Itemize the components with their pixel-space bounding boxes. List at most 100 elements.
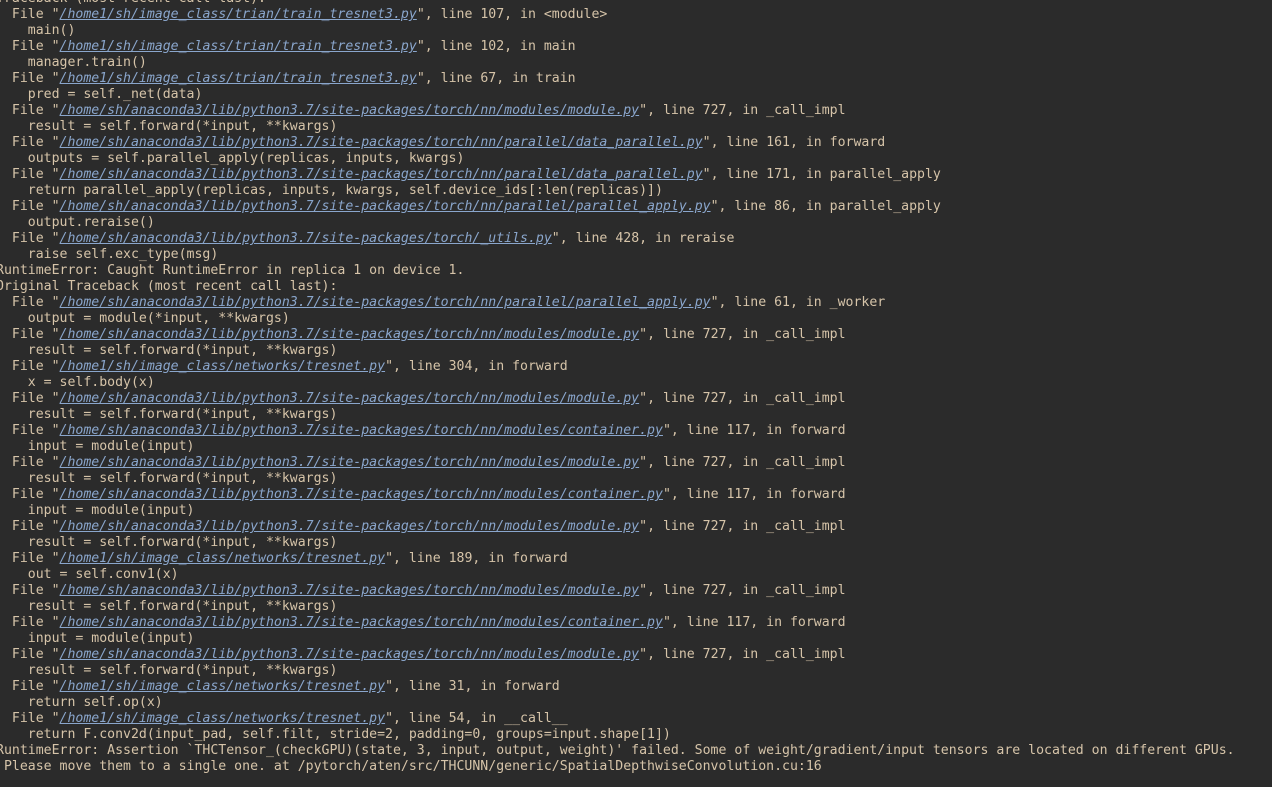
- file-path-link[interactable]: /home/sh/anaconda3/lib/python3.7/site-pa…: [60, 583, 640, 598]
- file-path-link[interactable]: /home/sh/anaconda3/lib/python3.7/site-pa…: [60, 519, 640, 534]
- line-suffix: ", line 727, in _call_impl: [639, 583, 846, 598]
- terminal-line: main(): [0, 23, 76, 38]
- file-path-link[interactable]: /home/sh/anaconda3/lib/python3.7/site-pa…: [60, 231, 552, 246]
- line-prefix: File ": [0, 7, 60, 22]
- line-prefix: File ": [0, 615, 60, 630]
- traceback-output: Traceback (most recent call last): File …: [0, 0, 1272, 775]
- terminal-line: result = self.forward(*input, **kwargs): [0, 407, 338, 422]
- terminal-line: RuntimeError: Caught RuntimeError in rep…: [0, 263, 465, 278]
- line-prefix: File ": [0, 39, 60, 54]
- line-suffix: ", line 31, in forward: [385, 679, 560, 694]
- terminal-line: File "/home/sh/anaconda3/lib/python3.7/s…: [0, 647, 1272, 663]
- terminal-line: input = module(input): [0, 439, 195, 454]
- terminal-line: File "/home1/sh/image_class/networks/tre…: [0, 551, 1272, 567]
- terminal-line: File "/home/sh/anaconda3/lib/python3.7/s…: [0, 423, 1272, 439]
- line-suffix: ", line 727, in _call_impl: [639, 327, 846, 342]
- line-prefix: File ": [0, 519, 60, 534]
- line-prefix: File ": [0, 295, 60, 310]
- line-prefix: File ": [0, 167, 60, 182]
- file-path-link[interactable]: /home/sh/anaconda3/lib/python3.7/site-pa…: [60, 615, 663, 630]
- file-path-link[interactable]: /home/sh/anaconda3/lib/python3.7/site-pa…: [60, 455, 640, 470]
- line-suffix: ", line 727, in _call_impl: [639, 519, 846, 534]
- terminal-line: input = module(input): [0, 631, 195, 646]
- file-path-link[interactable]: /home/sh/anaconda3/lib/python3.7/site-pa…: [60, 391, 640, 406]
- file-path-link[interactable]: /home1/sh/image_class/trian/train_tresne…: [60, 71, 417, 86]
- file-path-link[interactable]: /home/sh/anaconda3/lib/python3.7/site-pa…: [60, 423, 663, 438]
- terminal-line: raise self.exc_type(msg): [0, 247, 219, 262]
- line-suffix: ", line 189, in forward: [385, 551, 568, 566]
- line-prefix: File ": [0, 455, 60, 470]
- terminal-line: File "/home/sh/anaconda3/lib/python3.7/s…: [0, 615, 1272, 631]
- terminal-line: result = self.forward(*input, **kwargs): [0, 599, 338, 614]
- terminal-line: File "/home/sh/anaconda3/lib/python3.7/s…: [0, 103, 1272, 119]
- file-path-link[interactable]: /home/sh/anaconda3/lib/python3.7/site-pa…: [60, 167, 703, 182]
- terminal-line: result = self.forward(*input, **kwargs): [0, 663, 338, 678]
- terminal-line: File "/home1/sh/image_class/networks/tre…: [0, 679, 1272, 695]
- file-path-link[interactable]: /home/sh/anaconda3/lib/python3.7/site-pa…: [60, 295, 711, 310]
- line-suffix: ", line 117, in forward: [662, 615, 846, 630]
- line-prefix: File ": [0, 199, 60, 214]
- line-suffix: ", line 117, in forward: [662, 487, 846, 502]
- terminal-line: input = module(input): [0, 503, 195, 518]
- terminal-line: File "/home/sh/anaconda3/lib/python3.7/s…: [0, 455, 1272, 471]
- line-suffix: ", line 86, in parallel_apply: [710, 199, 941, 214]
- line-suffix: ", line 107, in <module>: [416, 7, 608, 22]
- file-path-link[interactable]: /home/sh/anaconda3/lib/python3.7/site-pa…: [60, 487, 663, 502]
- terminal-line: result = self.forward(*input, **kwargs): [0, 119, 338, 134]
- terminal-line: File "/home/sh/anaconda3/lib/python3.7/s…: [0, 135, 1272, 151]
- terminal-line: File "/home/sh/anaconda3/lib/python3.7/s…: [0, 199, 1272, 215]
- file-path-link[interactable]: /home1/sh/image_class/trian/train_tresne…: [60, 39, 417, 54]
- line-suffix: ", line 117, in forward: [662, 423, 846, 438]
- terminal-line: result = self.forward(*input, **kwargs): [0, 535, 338, 550]
- file-path-link[interactable]: /home1/sh/image_class/trian/train_tresne…: [60, 7, 417, 22]
- terminal-line: File "/home1/sh/image_class/trian/train_…: [0, 7, 1272, 23]
- file-path-link[interactable]: /home1/sh/image_class/networks/tresnet.p…: [60, 679, 386, 694]
- terminal-line: Traceback (most recent call last):: [0, 0, 1272, 7]
- terminal-line: File "/home/sh/anaconda3/lib/python3.7/s…: [0, 167, 1272, 183]
- terminal-line: pred = self._net(data): [0, 87, 203, 102]
- line-prefix: File ": [0, 423, 60, 438]
- line-prefix: File ": [0, 135, 60, 150]
- file-path-link[interactable]: /home/sh/anaconda3/lib/python3.7/site-pa…: [60, 199, 711, 214]
- file-path-link[interactable]: /home/sh/anaconda3/lib/python3.7/site-pa…: [60, 103, 640, 118]
- file-path-link[interactable]: /home1/sh/image_class/networks/tresnet.p…: [60, 711, 386, 726]
- terminal-line: return self.op(x): [0, 695, 163, 710]
- line-prefix: File ": [0, 711, 60, 726]
- terminal-line: RuntimeError: Assertion `THCTensor_(chec…: [0, 743, 1235, 758]
- line-suffix: ", line 102, in main: [416, 39, 576, 54]
- terminal-line: File "/home/sh/anaconda3/lib/python3.7/s…: [0, 295, 1272, 311]
- terminal-line: out = self.conv1(x): [0, 567, 179, 582]
- terminal-line: Please move them to a single one. at /py…: [0, 759, 822, 774]
- terminal-line: output.reraise(): [0, 215, 155, 230]
- line-suffix: ", line 727, in _call_impl: [639, 647, 846, 662]
- file-path-link[interactable]: /home/sh/anaconda3/lib/python3.7/site-pa…: [60, 647, 640, 662]
- line-prefix: File ": [0, 647, 60, 662]
- terminal-line: File "/home1/sh/image_class/networks/tre…: [0, 359, 1272, 375]
- file-path-link[interactable]: /home/sh/anaconda3/lib/python3.7/site-pa…: [60, 135, 703, 150]
- line-suffix: ", line 727, in _call_impl: [639, 103, 846, 118]
- terminal-line: File "/home1/sh/image_class/trian/train_…: [0, 71, 1272, 87]
- line-prefix: File ": [0, 231, 60, 246]
- line-prefix: File ": [0, 327, 60, 342]
- terminal-window[interactable]: Traceback (most recent call last): File …: [0, 0, 1272, 787]
- line-suffix: ", line 54, in __call__: [385, 711, 568, 726]
- file-path-link[interactable]: /home1/sh/image_class/networks/tresnet.p…: [60, 359, 386, 374]
- terminal-line: File "/home/sh/anaconda3/lib/python3.7/s…: [0, 487, 1272, 503]
- line-prefix: File ": [0, 71, 60, 86]
- file-path-link[interactable]: /home/sh/anaconda3/lib/python3.7/site-pa…: [60, 327, 640, 342]
- terminal-line: File "/home/sh/anaconda3/lib/python3.7/s…: [0, 391, 1272, 407]
- line-suffix: ", line 727, in _call_impl: [639, 455, 846, 470]
- terminal-line: result = self.forward(*input, **kwargs): [0, 343, 338, 358]
- line-prefix: File ": [0, 551, 60, 566]
- line-suffix: ", line 304, in forward: [385, 359, 568, 374]
- line-suffix: ", line 171, in parallel_apply: [702, 167, 941, 182]
- terminal-line: File "/home/sh/anaconda3/lib/python3.7/s…: [0, 327, 1272, 343]
- terminal-line: result = self.forward(*input, **kwargs): [0, 471, 338, 486]
- line-suffix: ", line 61, in _worker: [710, 295, 886, 310]
- terminal-line: File "/home1/sh/image_class/networks/tre…: [0, 711, 1272, 727]
- terminal-line: Original Traceback (most recent call las…: [0, 279, 338, 294]
- file-path-link[interactable]: /home1/sh/image_class/networks/tresnet.p…: [60, 551, 386, 566]
- terminal-line: return F.conv2d(input_pad, self.filt, st…: [0, 727, 671, 742]
- line-prefix: File ": [0, 487, 60, 502]
- line-suffix: ", line 727, in _call_impl: [639, 391, 846, 406]
